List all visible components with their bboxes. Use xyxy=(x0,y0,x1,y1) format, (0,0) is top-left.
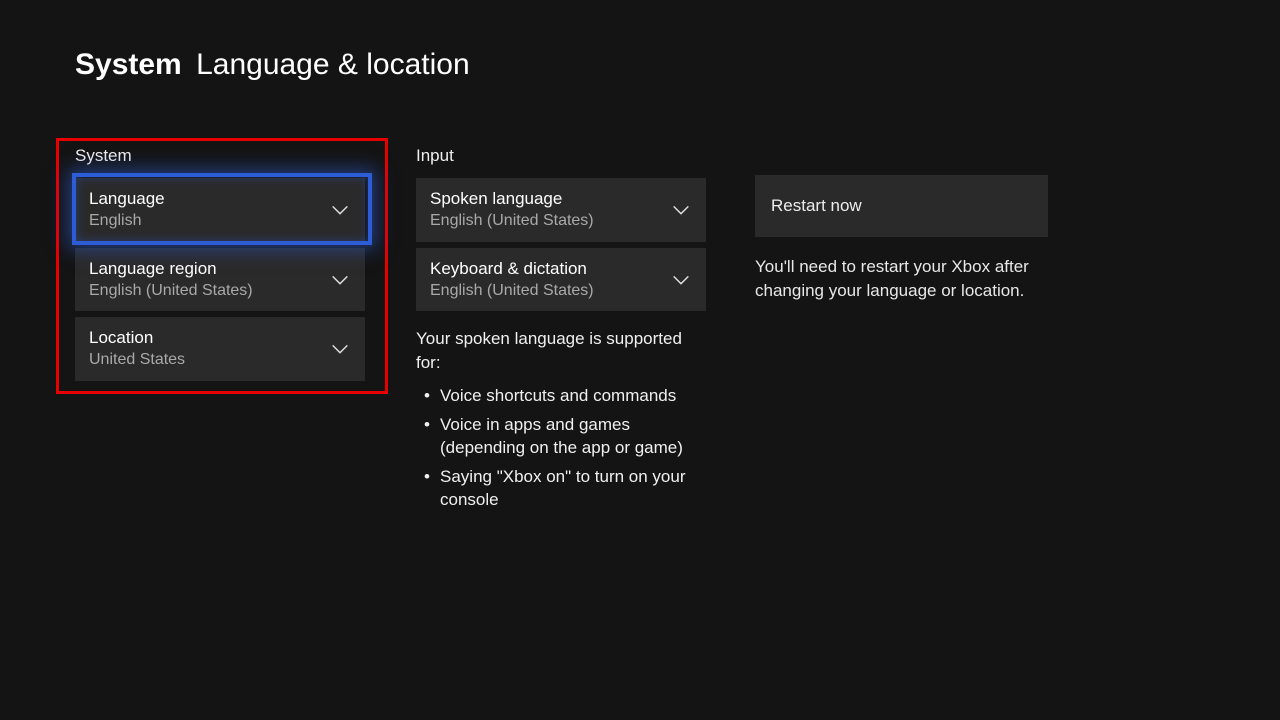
chevron-down-icon xyxy=(670,269,692,291)
spoken-language-dropdown-value: English (United States) xyxy=(430,210,658,232)
system-column: System Language English Language region … xyxy=(75,146,365,387)
spoken-language-dropdown-title: Spoken language xyxy=(430,188,658,210)
language-dropdown-title: Language xyxy=(89,188,317,210)
restart-now-button[interactable]: Restart now xyxy=(755,175,1048,237)
list-item: Saying "Xbox on" to turn on your console xyxy=(416,466,706,512)
keyboard-dictation-dropdown-value: English (United States) xyxy=(430,280,658,302)
page-header: System Language & location xyxy=(75,48,470,81)
chevron-down-icon xyxy=(670,199,692,221)
chevron-down-icon xyxy=(329,199,351,221)
keyboard-dictation-dropdown[interactable]: Keyboard & dictation English (United Sta… xyxy=(416,248,706,312)
keyboard-dictation-dropdown-title: Keyboard & dictation xyxy=(430,258,658,280)
spoken-support-text: Your spoken language is supported for: xyxy=(416,327,706,375)
location-dropdown-value: United States xyxy=(89,349,317,371)
restart-note: You'll need to restart your Xbox after c… xyxy=(755,255,1048,303)
list-item: Voice shortcuts and commands xyxy=(416,385,706,408)
location-dropdown[interactable]: Location United States xyxy=(75,317,365,381)
settings-language-location-page: System Language & location System Langua… xyxy=(0,0,1280,720)
chevron-down-icon xyxy=(329,269,351,291)
page-title: Language & location xyxy=(196,48,470,81)
header-category: System xyxy=(75,48,182,81)
spoken-language-dropdown[interactable]: Spoken language English (United States) xyxy=(416,178,706,242)
language-dropdown[interactable]: Language English xyxy=(75,178,365,242)
location-dropdown-title: Location xyxy=(89,327,317,349)
restart-now-label: Restart now xyxy=(771,196,862,216)
spoken-support-bullets: Voice shortcuts and commands Voice in ap… xyxy=(416,385,706,512)
language-region-dropdown-title: Language region xyxy=(89,258,317,280)
input-column: Input Spoken language English (United St… xyxy=(416,146,706,518)
system-section-label: System xyxy=(75,146,365,166)
language-region-dropdown-value: English (United States) xyxy=(89,280,317,302)
action-column: Restart now You'll need to restart your … xyxy=(755,146,1048,303)
chevron-down-icon xyxy=(329,338,351,360)
input-section-label: Input xyxy=(416,146,706,166)
language-dropdown-value: English xyxy=(89,210,317,232)
list-item: Voice in apps and games (depending on th… xyxy=(416,414,706,460)
language-region-dropdown[interactable]: Language region English (United States) xyxy=(75,248,365,312)
